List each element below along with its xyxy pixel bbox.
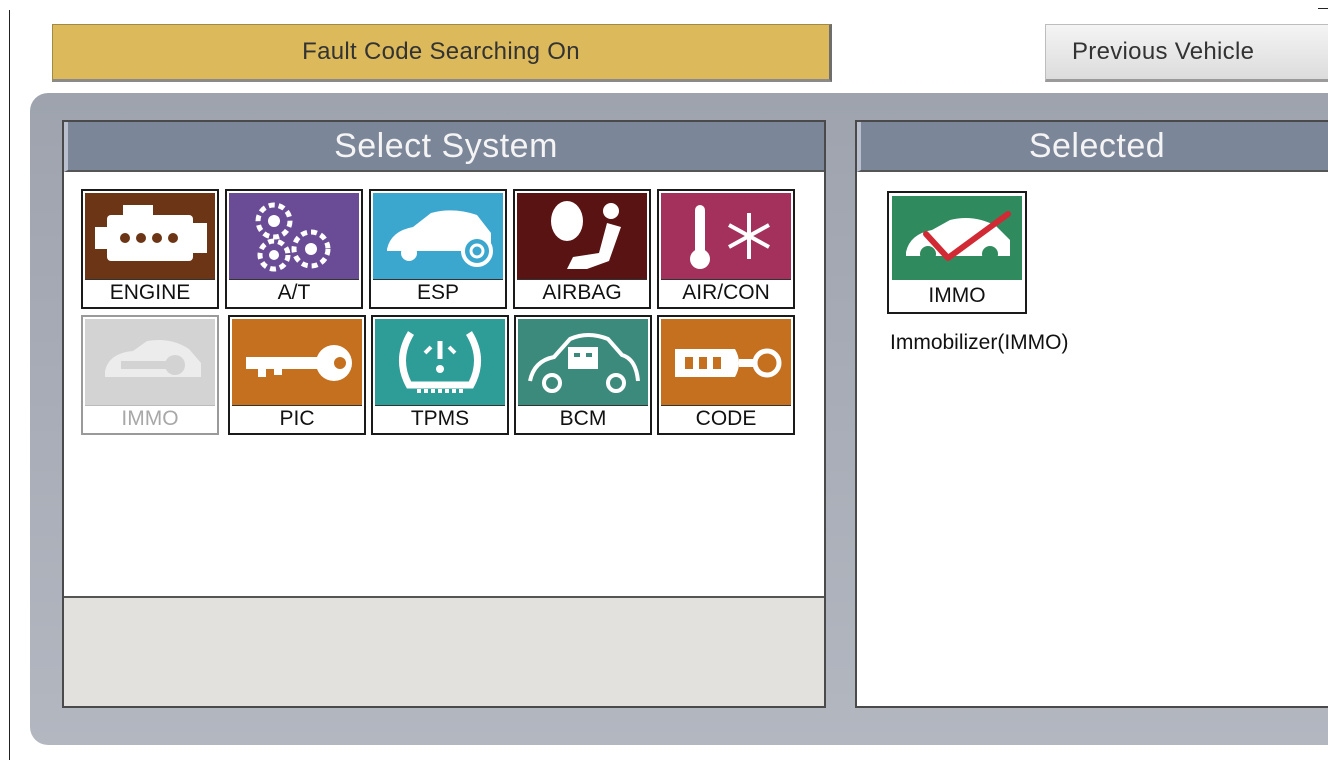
system-tile-label: A/T xyxy=(229,279,359,305)
thermometer-snowflake-icon xyxy=(661,193,791,279)
key-icon xyxy=(232,319,362,405)
engine-icon xyxy=(85,193,215,279)
system-tile-tpms[interactable]: TPMS xyxy=(371,315,509,435)
system-tile-label: CODE xyxy=(661,405,791,431)
system-tile-label: ESP xyxy=(373,279,503,305)
system-tile-pic[interactable]: PIC xyxy=(228,315,366,435)
select-system-title: Select System xyxy=(64,122,824,172)
system-tile-aircon[interactable]: AIR/CON xyxy=(657,189,795,309)
selected-tile-immo[interactable]: IMMO xyxy=(887,191,1027,314)
system-tile-label: BCM xyxy=(518,405,648,431)
system-tile-at[interactable]: A/T xyxy=(225,189,363,309)
system-tile-bcm[interactable]: BCM xyxy=(514,315,652,435)
system-tile-label: PIC xyxy=(232,405,362,431)
system-tile-code[interactable]: CODE xyxy=(657,315,795,435)
selected-tile-label: IMMO xyxy=(892,282,1022,309)
system-tile-airbag[interactable]: AIRBAG xyxy=(513,189,651,309)
car-wheel-icon xyxy=(373,193,503,279)
system-tile-label: IMMO xyxy=(85,405,215,431)
car-battery-icon xyxy=(518,319,648,405)
key-fob-icon xyxy=(661,319,791,405)
system-tile-immo: IMMO xyxy=(81,315,219,435)
system-tile-label: ENGINE xyxy=(85,279,215,305)
selected-system-description: Immobilizer(IMMO) xyxy=(890,331,1069,354)
system-tile-esp[interactable]: ESP xyxy=(369,189,507,309)
system-tile-label: AIRBAG xyxy=(517,279,647,305)
window-frame-left xyxy=(9,10,10,760)
system-tile-label: AIR/CON xyxy=(661,279,791,305)
select-system-footer xyxy=(64,596,824,706)
system-tile-engine[interactable]: ENGINE xyxy=(81,189,219,309)
previous-vehicle-button[interactable]: Previous Vehicle xyxy=(1045,24,1328,82)
tire-pressure-icon xyxy=(375,319,505,405)
fault-code-searching-button[interactable]: Fault Code Searching On xyxy=(52,24,832,82)
selected-title: Selected xyxy=(857,122,1328,172)
airbag-icon xyxy=(517,193,647,279)
gears-icon xyxy=(229,193,359,279)
system-tile-label: TPMS xyxy=(375,405,505,431)
immobilizer-check-icon xyxy=(892,196,1022,280)
car-key-icon xyxy=(85,319,215,405)
window-frame-top xyxy=(1318,8,1328,9)
